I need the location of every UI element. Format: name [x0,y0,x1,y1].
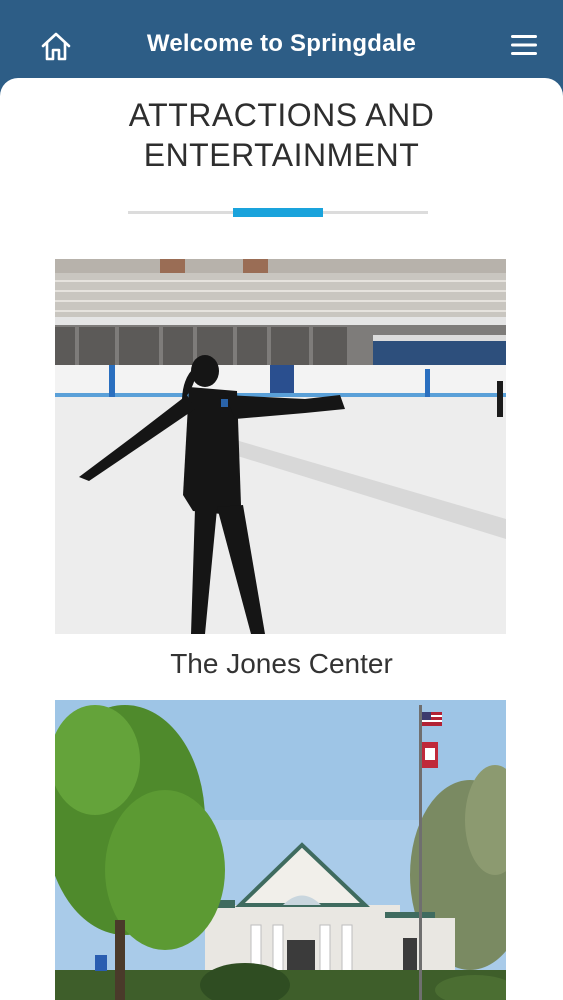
app-title: Welcome to Springdale [146,30,417,57]
attraction-title[interactable]: The Jones Center [0,648,563,680]
content-panel: ATTRACTIONS AND ENTERTAINMENT The Jones … [0,78,563,1000]
top-bar: Welcome to Springdale [0,0,563,90]
page-title: ATTRACTIONS AND ENTERTAINMENT [0,95,563,175]
page-title-line-2: ENTERTAINMENT [143,137,420,173]
menu-button[interactable] [507,28,541,62]
building-with-flags-photo [55,700,506,1000]
hamburger-menu-icon [511,35,537,55]
second-attraction-image[interactable] [55,700,506,1000]
ice-skater-photo [55,259,506,634]
title-divider [128,208,428,217]
jones-center-image[interactable] [55,259,506,634]
page-title-line-1: ATTRACTIONS AND [128,97,435,133]
title-divider-accent [233,208,323,217]
